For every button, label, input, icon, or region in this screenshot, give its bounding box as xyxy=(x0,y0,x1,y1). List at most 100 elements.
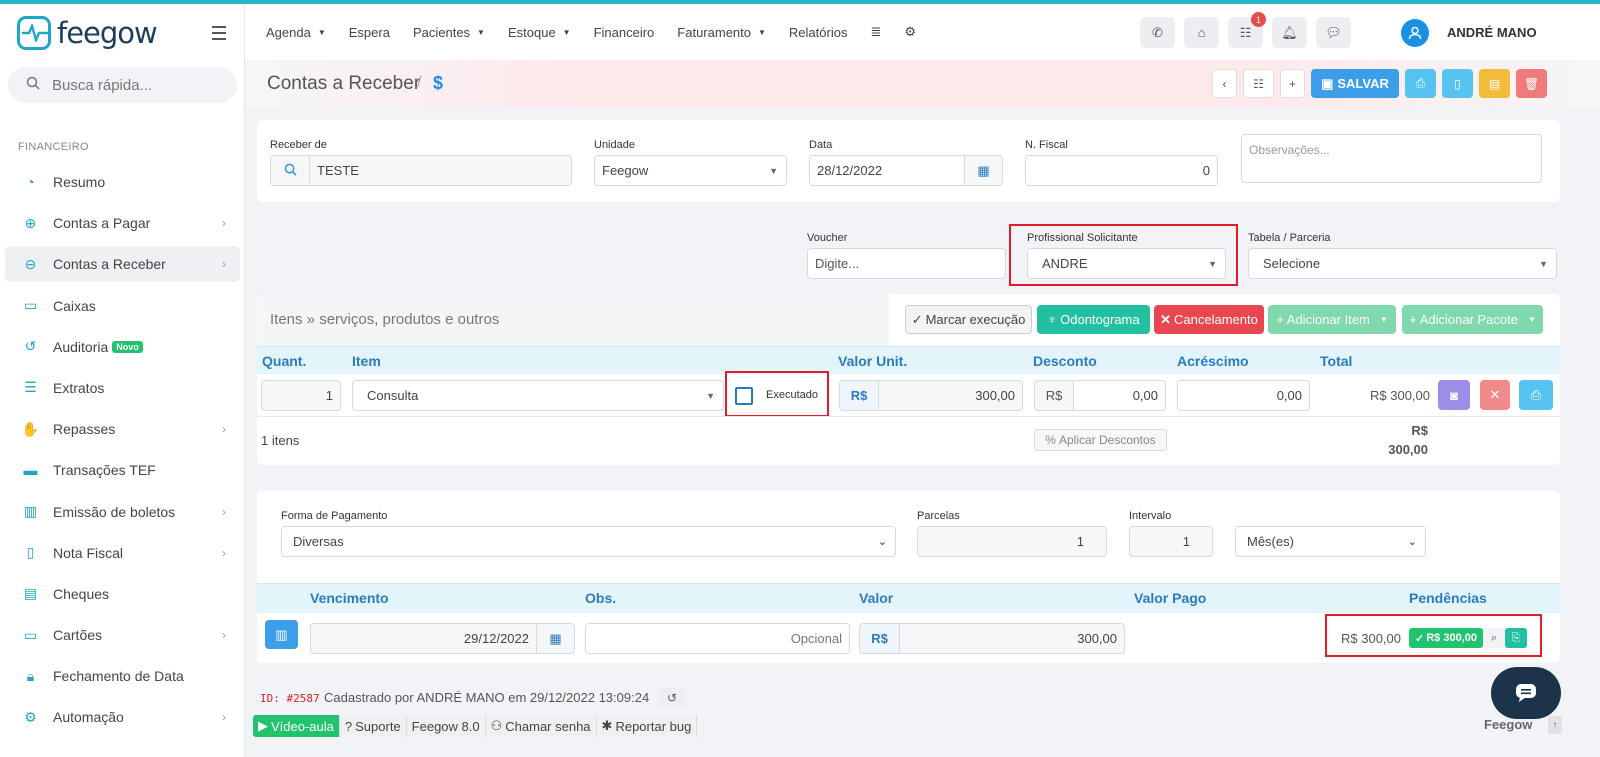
add-new-button[interactable]: + xyxy=(1280,69,1305,98)
quantity-input[interactable]: 1 xyxy=(261,380,341,411)
back-button[interactable]: ‹ xyxy=(1212,69,1237,98)
desconto-input[interactable]: 0,00 xyxy=(1073,380,1166,411)
save-button[interactable]: ▣ SALVAR xyxy=(1311,69,1399,98)
adicionar-pacote-button[interactable]: + Adicionar Pacote ▼ xyxy=(1402,305,1543,334)
acrescimo-input[interactable]: 0,00 xyxy=(1177,380,1310,411)
chamar-senha-button[interactable]: ⚇ Chamar senha xyxy=(485,715,597,737)
caret-down-icon: ▼ xyxy=(1527,315,1536,324)
video-aula-button[interactable]: ▶ Vídeo-aula xyxy=(253,715,340,737)
calendar-icon[interactable]: ▦ xyxy=(536,623,575,654)
sidebar-item-transacoes-tef[interactable]: ▬ Transações TEF xyxy=(5,452,240,488)
marcar-execucao-button[interactable]: ✓ Marcar execução xyxy=(905,305,1032,334)
sidebar-item-label: Resumo xyxy=(53,174,106,190)
print-button[interactable]: ⎙ xyxy=(1405,69,1436,98)
nav-agenda[interactable]: Agenda ▼ xyxy=(266,24,326,40)
sidebar-item-auditoria[interactable]: ↺ Auditoria Novo xyxy=(5,329,240,365)
observacoes-textarea[interactable]: Observações... xyxy=(1241,134,1542,183)
executado-checkbox[interactable] xyxy=(735,387,753,405)
list-view-button[interactable]: ☷ xyxy=(1243,69,1274,98)
parcelas-input[interactable]: 1 xyxy=(917,526,1107,557)
tasks-icon[interactable]: ☷ 1 xyxy=(1228,12,1266,48)
nav-financeiro[interactable]: Financeiro xyxy=(594,24,655,40)
sidebar-item-fechamento-data[interactable]: 🔒︎ Fechamento de Data xyxy=(5,658,240,694)
feegow-logo[interactable]: feegow xyxy=(17,16,158,50)
card-icon: ▭ xyxy=(23,626,38,643)
breadcrumb-separator: / xyxy=(417,74,422,91)
nav-faturamento[interactable]: Faturamento ▼ xyxy=(677,24,766,40)
barcode-button[interactable]: ▥ xyxy=(265,620,298,649)
paid-badge[interactable]: ✓ R$ 300,00 xyxy=(1409,628,1483,648)
item-select[interactable]: Consulta ▼ xyxy=(352,380,724,411)
sidebar-item-automacao[interactable]: ⚙ Automação › xyxy=(5,699,240,735)
document-button[interactable]: ▯ xyxy=(1442,69,1473,98)
history-icon[interactable]: ↺ xyxy=(659,688,685,708)
database-icon[interactable]: ≣ xyxy=(870,24,881,40)
btn-label: Vídeo-aula xyxy=(271,718,334,734)
nav-pacientes[interactable]: Pacientes ▼ xyxy=(413,24,485,40)
sidebar-item-label: Automação xyxy=(53,709,124,726)
remove-item-button[interactable]: ✕ xyxy=(1480,380,1510,410)
delete-button[interactable]: 🗑︎ xyxy=(1516,69,1547,98)
sidebar-item-contas-a-pagar[interactable]: ⊕ Contas a Pagar › xyxy=(5,205,240,241)
valor-unit-input[interactable]: 300,00 xyxy=(878,380,1023,411)
sidebar-item-repasses[interactable]: ✋ Repasses › xyxy=(5,411,240,447)
zoom-icon[interactable]: ⌕ xyxy=(1484,628,1504,648)
settings-gear-icon[interactable]: ⚙ xyxy=(904,24,916,40)
unidade-select[interactable]: Feegow ▼ xyxy=(594,155,787,186)
items-count: 1 itens xyxy=(261,433,300,448)
gears-icon: ⚙ xyxy=(24,708,37,725)
inbox-icon[interactable]: ⌂ xyxy=(1184,17,1219,48)
tabela-select[interactable]: Selecione ▼ xyxy=(1248,248,1557,279)
hamburger-menu-icon[interactable] xyxy=(212,26,226,44)
bell-icon[interactable]: 🔔︎ xyxy=(1272,17,1307,48)
receber-de-input[interactable]: TESTE xyxy=(309,155,572,186)
camera-button[interactable]: ◙ xyxy=(1438,380,1470,410)
caret-down-icon: ▼ xyxy=(1379,315,1388,324)
voucher-input[interactable]: Digite... xyxy=(807,248,1006,279)
currency-addon-desconto[interactable]: R$ xyxy=(1034,380,1074,411)
sidebar-item-extratos[interactable]: ☰ Extratos xyxy=(5,370,240,406)
print-item-button[interactable]: ⎙ xyxy=(1519,380,1553,410)
chat-icon[interactable]: 💬︎ xyxy=(1316,17,1351,48)
plus-icon: + xyxy=(1276,312,1284,327)
sidebar-item-contas-a-receber[interactable]: ⊖ Contas a Receber › xyxy=(5,246,240,283)
obs-input[interactable]: Opcional xyxy=(585,623,850,654)
intervalo-input[interactable]: 1 xyxy=(1129,526,1213,557)
nav-espera[interactable]: Espera xyxy=(349,24,390,40)
chat-widget-button[interactable] xyxy=(1491,667,1561,719)
aplicar-descontos-button[interactable]: % Aplicar Descontos xyxy=(1034,429,1167,451)
periodo-select[interactable]: Mês(es) ⌄ xyxy=(1235,526,1426,557)
phone-icon[interactable]: ✆ xyxy=(1140,17,1175,48)
plus-icon: + xyxy=(1409,312,1417,327)
sidebar-item-caixas[interactable]: ▭ Caixas xyxy=(5,288,240,324)
nav-estoque[interactable]: Estoque ▼ xyxy=(508,24,571,40)
dollar-icon: $ xyxy=(433,73,444,93)
vencimento-input[interactable]: 29/12/2022 xyxy=(310,623,537,654)
calendar-icon[interactable]: ▦ xyxy=(964,155,1003,186)
scroll-top-icon[interactable]: ↑ xyxy=(1548,716,1562,734)
col-obs: Obs. xyxy=(585,590,617,606)
reportar-bug-button[interactable]: ✱ Reportar bug xyxy=(596,715,698,737)
sidebar-item-cartoes[interactable]: ▭ Cartões › xyxy=(5,617,240,653)
valor-input[interactable]: 300,00 xyxy=(899,623,1125,654)
user-avatar-icon[interactable] xyxy=(1401,19,1429,47)
sidebar-item-nota-fiscal[interactable]: ▯ Nota Fiscal › xyxy=(5,535,240,571)
paid-badge-label: R$ 300,00 xyxy=(1426,632,1477,644)
quick-search-input[interactable]: Busca rápida... xyxy=(8,67,237,103)
forma-pagamento-select[interactable]: Diversas ⌄ xyxy=(281,526,896,557)
nfiscal-input[interactable]: 0 xyxy=(1025,155,1218,186)
user-name[interactable]: ANDRÉ MANO xyxy=(1447,25,1537,40)
odontograma-button[interactable]: ♆ Odontograma xyxy=(1037,305,1150,334)
search-patient-button[interactable] xyxy=(270,155,310,186)
sidebar-item-cheques[interactable]: ▤ Cheques xyxy=(5,576,240,612)
suporte-button[interactable]: ? Suporte xyxy=(339,715,407,737)
adicionar-item-button[interactable]: + Adicionar Item ▼ xyxy=(1268,305,1396,334)
percent-icon: % xyxy=(1045,433,1056,447)
cancelamento-button[interactable]: ✕ Cancelamento xyxy=(1154,305,1264,334)
sidebar-item-resumo[interactable]: ◔ Resumo xyxy=(5,164,240,200)
sidebar-item-emissao-boletos[interactable]: ▥ Emissão de boletos › xyxy=(5,494,240,530)
receipt-button[interactable]: ▤ xyxy=(1479,69,1510,98)
data-input[interactable]: 28/12/2022 xyxy=(809,155,966,186)
attachment-icon[interactable]: ⎘ xyxy=(1505,628,1527,648)
nav-relatorios[interactable]: Relatórios xyxy=(789,24,848,40)
